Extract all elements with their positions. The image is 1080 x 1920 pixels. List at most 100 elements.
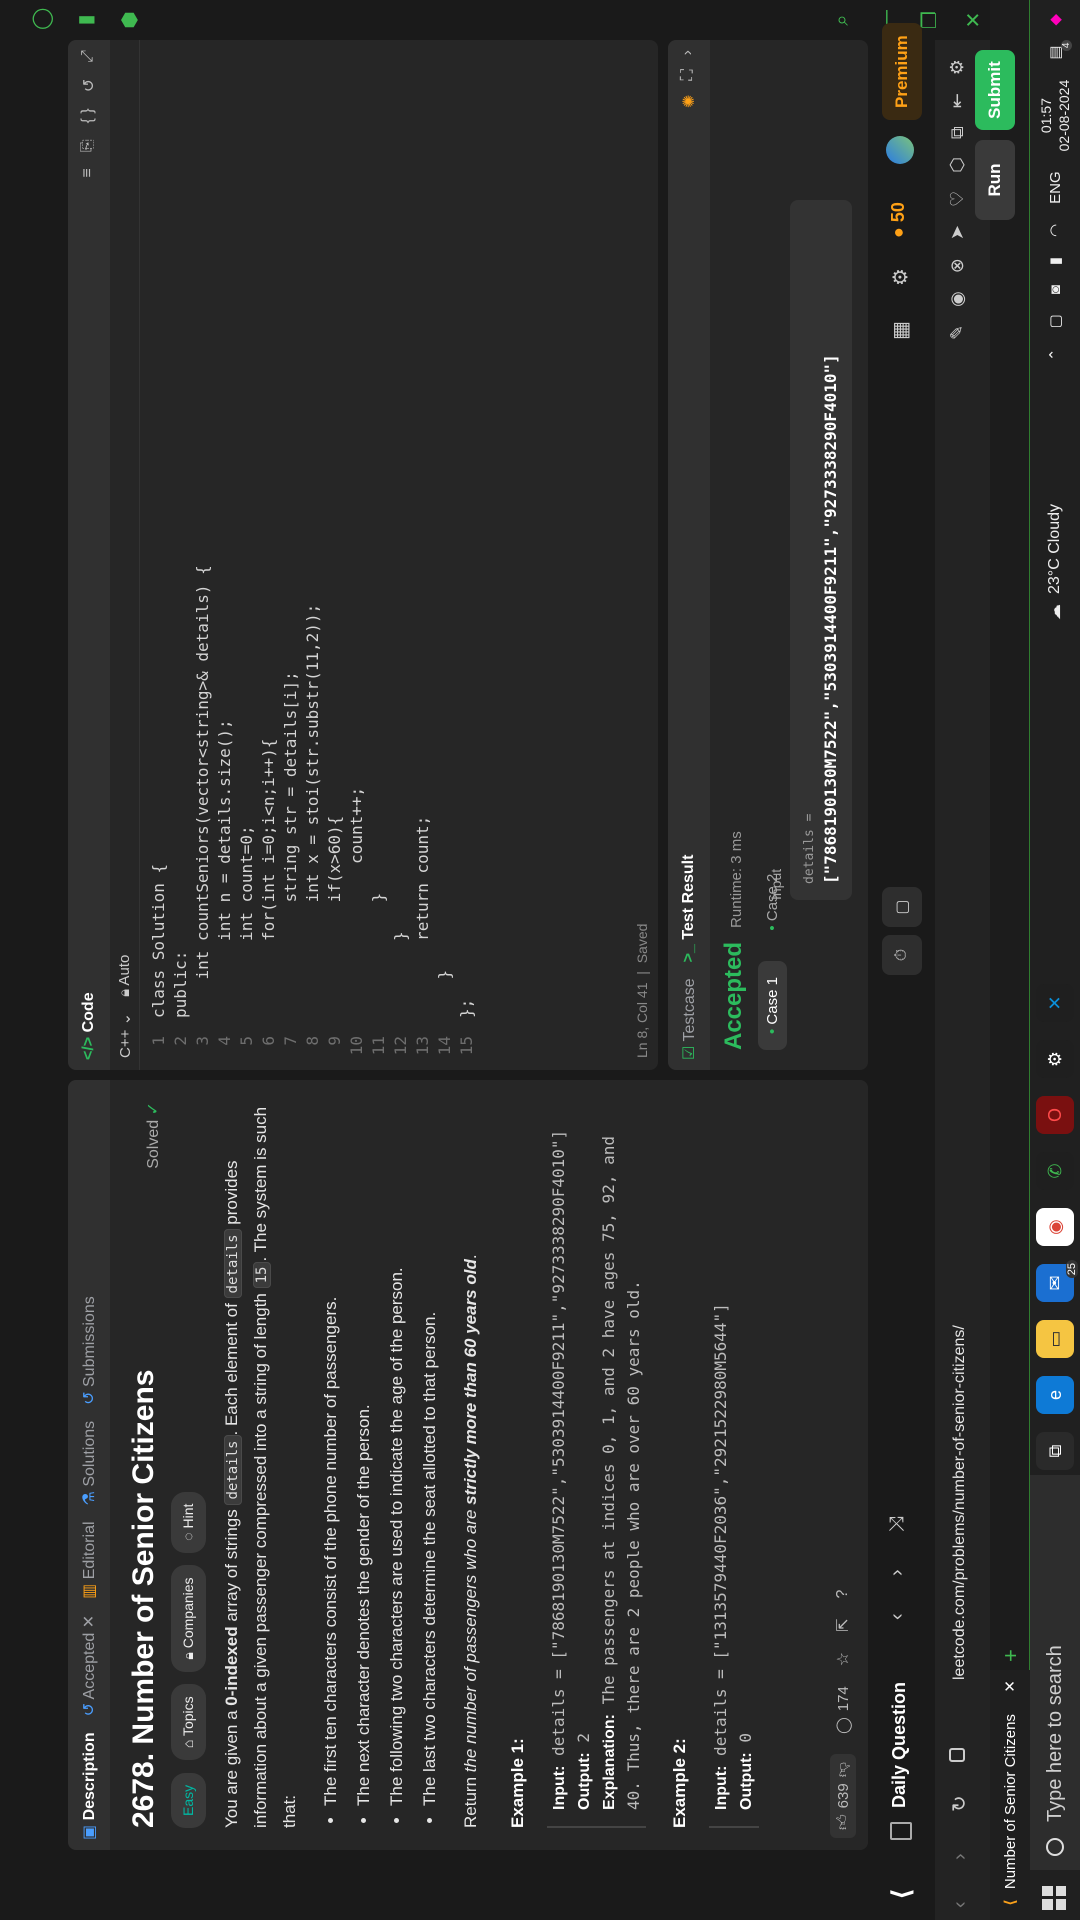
settings-gear-icon[interactable]: ⚙ [888,268,913,286]
language-indicator[interactable]: ENG [1047,171,1064,204]
rail-bookmark-icon[interactable]: ▮ [64,10,108,30]
help-icon[interactable]: ? [834,1590,852,1599]
reset-icon[interactable]: ↺ [79,79,99,92]
tab-editorial[interactable]: ▥ Editorial [79,1521,99,1598]
code-editor[interactable]: 1 class Solution {2 public: 3 int countSeni… [140,40,486,1070]
star-icon[interactable]: ☆ [833,1652,853,1666]
code-line[interactable]: 13 return count; [412,40,434,1070]
code-line[interactable]: 14 } [434,40,456,1070]
clock[interactable]: 01:57 02-08-2024 [1037,80,1073,152]
tab-test-result[interactable]: >_ Test Result [680,855,698,963]
url-text[interactable]: leetcode.com/problems/number-of-senior-c… [951,1325,969,1680]
toolbar-send-icon[interactable]: ➤ [947,225,968,240]
back-icon[interactable]: ‹ [949,1901,972,1908]
file-explorer-icon[interactable]: ▭ [1036,1320,1074,1358]
task-view-icon[interactable]: ⧉ [1036,1432,1074,1470]
tray-device-icon[interactable]: ▢ [1046,314,1064,328]
notes-icon[interactable]: ▢ [882,887,922,927]
code-tab[interactable]: </> Code [80,992,98,1060]
code-line[interactable]: 6 for(int i=0;i<n;i++){ [258,40,280,1070]
topics-chip[interactable]: ⌂ Topics [171,1684,206,1761]
code-line[interactable]: 1 class Solution { [148,40,170,1070]
comments-button[interactable]: ◯ 174 [834,1686,853,1734]
edge-icon[interactable]: e [1036,1376,1074,1414]
hint-chip[interactable]: ◌ Hint [171,1491,206,1553]
toolbar-extensions-icon[interactable]: ⧉ [947,126,968,139]
vscode-icon[interactable]: ✕ [1036,984,1074,1022]
language-select[interactable]: C++ ⌄ [116,1013,134,1058]
layout-grid-icon[interactable]: ▦ [888,321,913,340]
toolbar-heart-icon[interactable]: ♡ [947,191,968,207]
shuffle-icon[interactable]: ⤨ [886,1516,909,1532]
forward-icon[interactable]: › [949,1853,972,1860]
browser-tab[interactable]: ⟨ Number of Senior Citizens ✕ [990,1670,1030,1920]
code-line[interactable]: 5 int count=0; [236,40,258,1070]
tab-submissions[interactable]: ↺ Submissions [79,1296,99,1405]
toolbar-cube-icon[interactable]: ⬡ [947,157,968,173]
reload-icon[interactable]: ↻ [947,1795,972,1812]
code-line[interactable]: 2 public: [170,40,192,1070]
tab-testcase[interactable]: ☑ Testcase [679,978,699,1060]
site-lock-icon[interactable] [949,1748,965,1762]
fullscreen-icon[interactable]: ⤢ [79,50,99,63]
streak-counter[interactable]: ● 50 [888,202,909,238]
run-button[interactable]: Run [975,140,1015,220]
notification-icon[interactable]: ▤ 4 [1046,39,1072,60]
tray-camera-icon[interactable]: ◙ [1047,285,1064,294]
weather-widget[interactable]: ☁ 23°C Cloudy [1030,504,1080,620]
toolbar-close-circle-icon[interactable]: ⊗ [947,258,968,273]
companies-chip[interactable]: 🔒︎ Companies [171,1565,206,1672]
next-problem-icon[interactable]: › [886,1569,909,1576]
problem-list-icon[interactable] [890,1822,912,1840]
code-line[interactable]: 4 int n = details.size(); [214,40,236,1070]
thumbs-down-icon[interactable]: 👎︎ [834,1762,852,1777]
toolbar-edit-icon[interactable]: ✎ [947,325,968,340]
code-line[interactable]: 11 } [368,40,390,1070]
battery-icon[interactable]: ▮ [1046,257,1064,265]
code-line[interactable]: 3 int countSeniors(vector<string>& detai… [192,40,214,1070]
prev-problem-icon[interactable]: ‹ [886,1613,909,1620]
chrome-icon[interactable]: ◉ [1036,1208,1074,1246]
code-line[interactable]: 10 count++; [346,40,368,1070]
code-line[interactable]: 15}; [456,40,478,1070]
collapse-icon[interactable]: › [679,50,699,55]
code-line[interactable]: 8 int x = stoi(str.substr(11,2)); [302,40,324,1070]
wifi-icon[interactable]: ◠ [1046,224,1064,237]
tab-solutions[interactable]: ⚗ Solutions [79,1421,99,1506]
toolbar-settings-icon[interactable]: ⚙ [947,59,968,75]
tray-chevron-icon[interactable]: ⌃ [1046,348,1064,361]
rail-circle-icon[interactable]: ◯ [20,8,64,30]
rail-close-icon[interactable]: ✕ [952,10,996,30]
premium-button[interactable]: Premium [882,23,922,120]
braces-icon[interactable]: { } [79,108,99,123]
avatar[interactable] [886,136,914,164]
tab-accepted-close-icon[interactable]: ✕ [81,1615,98,1628]
submit-button[interactable]: Submit [975,50,1015,130]
expand-icon[interactable]: ⛶ [679,69,699,80]
mail-icon[interactable]: ✉ 25 [1036,1260,1078,1302]
windows-start-icon[interactable] [1042,1886,1066,1910]
tab-description[interactable]: ▣ Description [79,1732,99,1840]
taskbar-search[interactable]: Type here to search [1030,1475,1080,1870]
copilot-icon[interactable]: ◆ [1046,14,1064,26]
share-icon[interactable]: ⇱ [833,1618,853,1631]
input-value-box[interactable]: details = ["7868190130M7522","5303914400F… [790,200,852,900]
auto-mode[interactable]: 🔒︎ Auto [116,955,133,997]
new-tab-icon[interactable]: + [998,1649,1024,1662]
debug-icon[interactable]: ⏱ [882,935,922,975]
daily-question-label[interactable]: Daily Question [889,1682,910,1808]
opera-icon[interactable]: O [1036,1096,1074,1134]
bookmark-icon[interactable]: ⎘ [79,139,99,152]
code-line[interactable]: 12 } [390,40,412,1070]
format-icon[interactable]: ≡ [79,168,99,177]
tab-close-icon[interactable]: ✕ [1001,1680,1019,1693]
tab-accepted[interactable]: ↺ Accepted ✕ [79,1615,99,1717]
leetcode-logo-icon[interactable]: ⟨ [886,1888,917,1900]
case-1-tab[interactable]: • Case 1 [758,961,787,1050]
whatsapp-icon[interactable]: ✆ [1036,1152,1074,1190]
toolbar-camera-icon[interactable]: ◉ [947,291,968,307]
code-line[interactable]: 9 if(x>60){ [324,40,346,1070]
like-button[interactable]: 👍︎ 639 👎︎ [830,1754,856,1838]
code-line[interactable]: 7 string str = details[i]; [280,40,302,1070]
rail-search-icon[interactable]: ⌕ [820,10,864,30]
